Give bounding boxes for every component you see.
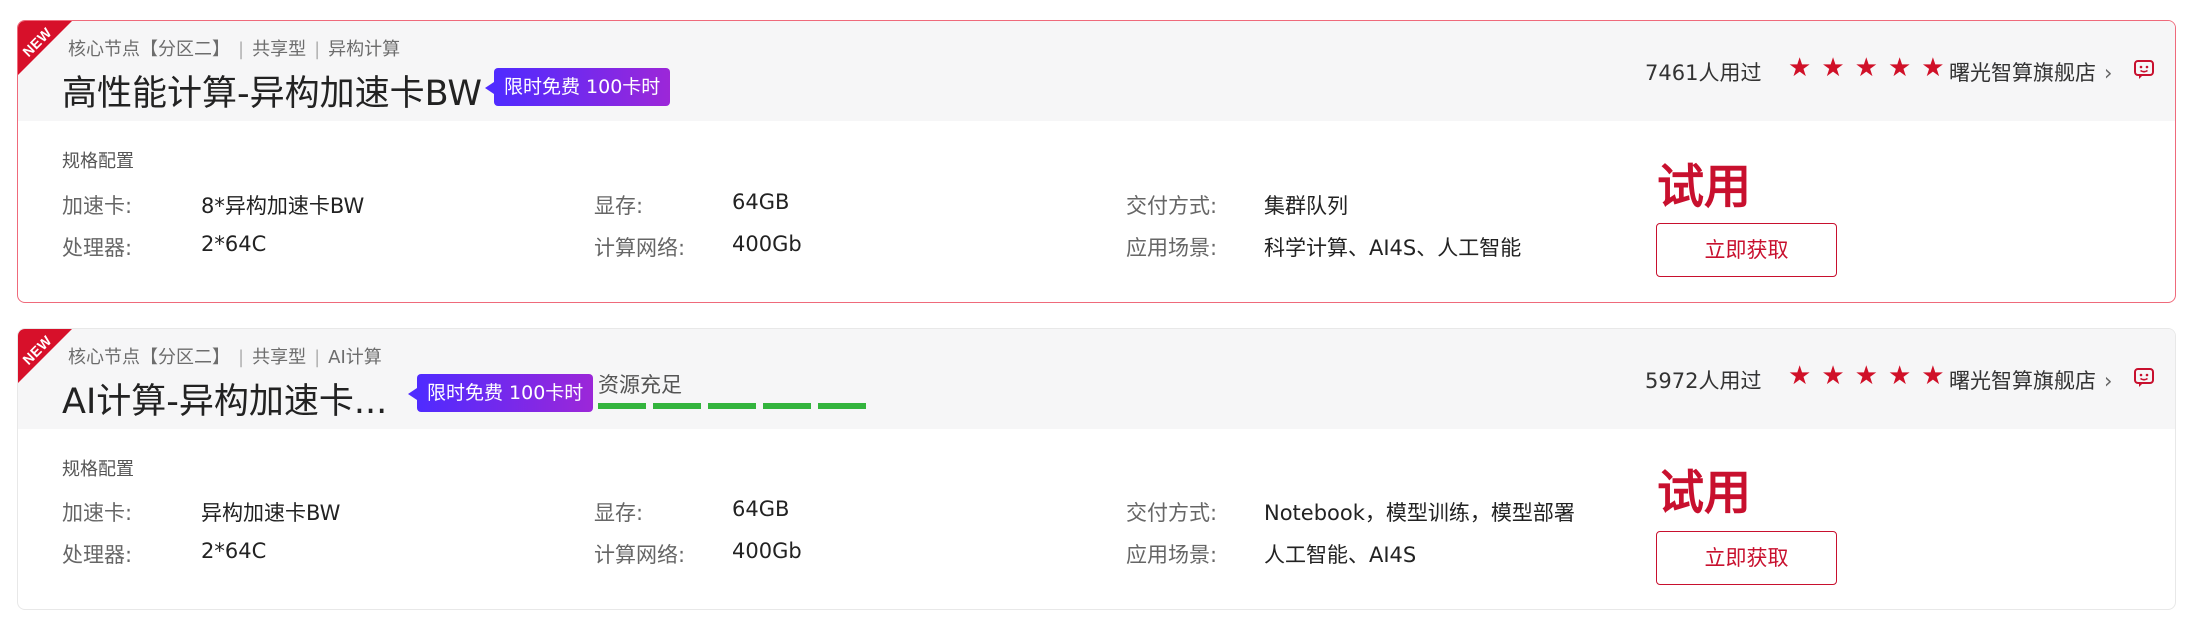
spec-heading: 规格配置 (62, 459, 134, 480)
shop-name: 曙光智算旗舰店 (1949, 61, 2096, 85)
breadcrumb: 核心节点【分区二】 | 共享型 | 异构计算 (68, 39, 401, 60)
crumb-category: 异构计算 (328, 39, 401, 60)
product-title[interactable]: 高性能计算-异构加速卡BW (62, 65, 482, 116)
scene-label: 应用场景: (1126, 236, 1218, 260)
delivery-value: 集群队列 (1264, 194, 1348, 218)
memory-label: 显存: (594, 501, 644, 525)
star-icon: ★ (1788, 53, 1812, 83)
scene-label: 应用场景: (1126, 543, 1218, 567)
network-label: 计算网络: (594, 236, 686, 260)
get-now-button[interactable]: 立即获取 (1656, 223, 1837, 277)
availability-label: 资源充足 (598, 373, 682, 397)
product-card[interactable]: NEW 核心节点【分区二】 | 共享型 | 异构计算 高性能计算-异构加速卡BW 限时免… (17, 20, 2176, 303)
crumb-region: 核心节点【分区二】 (68, 347, 230, 368)
delivery-label: 交付方式: (1126, 501, 1218, 525)
delivery-label: 交付方式: (1126, 194, 1218, 218)
product-title[interactable]: AI计算-异构加速卡... (62, 373, 387, 424)
star-icon: ★ (1887, 53, 1912, 83)
cpu-label: 处理器: (62, 543, 133, 567)
star-icon: ★ (1921, 53, 1945, 83)
shop-link[interactable]: 曙光智算旗舰店 › (1949, 57, 2112, 87)
promo-badge: 限时免费 100卡时 (407, 374, 594, 412)
chevron-right-icon: › (2104, 61, 2113, 85)
customer-service-icon[interactable] (2133, 366, 2155, 388)
memory-label: 显存: (594, 194, 644, 218)
card-header: NEW 核心节点【分区二】 | 共享型 | 异构计算 高性能计算-异构加速卡BW 限时免… (18, 21, 2175, 121)
breadcrumb: 核心节点【分区二】 | 共享型 | AI计算 (68, 347, 382, 368)
availability-bar (818, 403, 866, 409)
usage-count: 5972人用过 (1645, 369, 1762, 393)
delivery-value: Notebook，模型训练，模型部署 (1264, 501, 1575, 525)
crumb-region: 核心节点【分区二】 (68, 39, 230, 60)
star-icon: ★ (1887, 361, 1912, 391)
shop-name: 曙光智算旗舰店 (1949, 369, 2096, 393)
cpu-label: 处理器: (62, 236, 133, 260)
accelerator-value: 8*异构加速卡BW (201, 194, 365, 218)
crumb-type: 共享型 (252, 347, 307, 368)
availability-bar (708, 403, 756, 409)
star-icon: ★ (1788, 361, 1812, 391)
rating-stars: ★ ★ ★ ★ ★ (1788, 53, 1945, 83)
scene-value: 人工智能、AI4S (1264, 543, 1417, 567)
availability-bar (598, 403, 646, 409)
shop-link[interactable]: 曙光智算旗舰店 › (1949, 365, 2112, 395)
accelerator-value: 异构加速卡BW (201, 501, 341, 525)
network-label: 计算网络: (594, 543, 686, 567)
crumb-category: AI计算 (328, 347, 382, 368)
star-icon: ★ (1854, 53, 1878, 83)
availability-bar (763, 403, 811, 409)
accelerator-label: 加速卡: (62, 194, 133, 218)
trial-label: 试用 (1657, 466, 1751, 521)
star-icon: ★ (1854, 361, 1878, 391)
network-value: 400Gb (732, 232, 802, 256)
availability-meter (598, 403, 866, 409)
memory-value: 64GB (732, 190, 790, 214)
crumb-type: 共享型 (252, 39, 307, 60)
cpu-value: 2*64C (201, 539, 267, 563)
usage-count: 7461人用过 (1645, 61, 1762, 85)
cpu-value: 2*64C (201, 232, 267, 256)
card-header: NEW 核心节点【分区二】 | 共享型 | AI计算 AI计算-异构加速卡... 限时免… (18, 329, 2175, 429)
availability-bar (653, 403, 701, 409)
customer-service-icon[interactable] (2133, 58, 2155, 80)
scene-value: 科学计算、AI4S、人工智能 (1264, 236, 1522, 260)
chevron-right-icon: › (2104, 369, 2113, 393)
star-icon: ★ (1821, 53, 1845, 83)
promo-badge: 限时免费 100卡时 (484, 68, 671, 106)
star-icon: ★ (1821, 361, 1845, 391)
trial-label: 试用 (1657, 160, 1751, 215)
memory-value: 64GB (732, 497, 790, 521)
accelerator-label: 加速卡: (62, 501, 133, 525)
spec-heading: 规格配置 (62, 151, 134, 172)
rating-stars: ★ ★ ★ ★ ★ (1788, 361, 1945, 391)
get-now-button[interactable]: 立即获取 (1656, 531, 1837, 585)
product-card[interactable]: NEW 核心节点【分区二】 | 共享型 | AI计算 AI计算-异构加速卡... 限时免… (17, 328, 2176, 610)
network-value: 400Gb (732, 539, 802, 563)
star-icon: ★ (1921, 361, 1945, 391)
